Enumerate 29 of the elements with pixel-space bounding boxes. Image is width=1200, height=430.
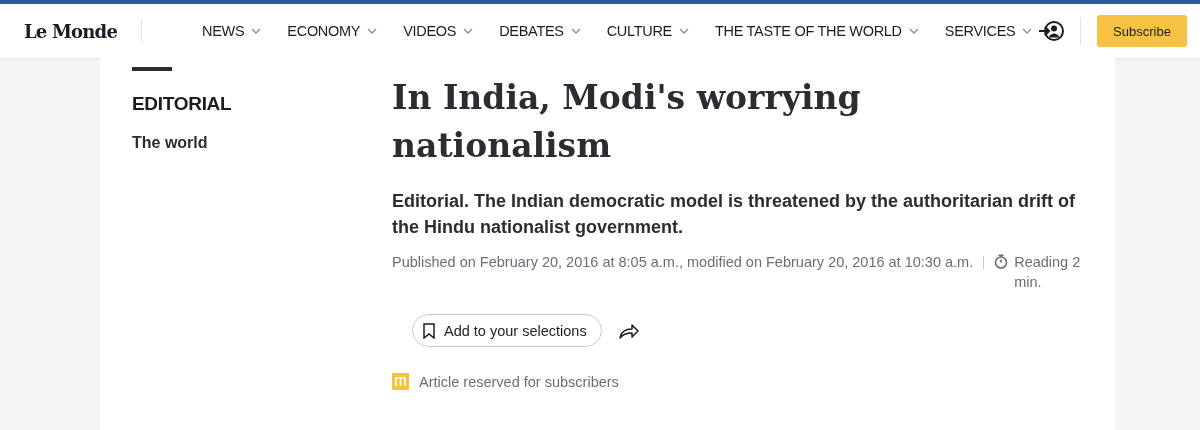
article-title: In India, Modi's worrying nationalism <box>392 77 862 167</box>
nav-link[interactable]: DEBATES <box>499 23 581 39</box>
subscriber-badge-icon <box>392 373 409 390</box>
nav-link[interactable]: VIDEOS <box>403 23 474 39</box>
nav-link[interactable]: CULTURE <box>606 23 689 39</box>
chevron-icon <box>679 28 689 34</box>
section-rubric: EDITORIAL <box>132 93 233 115</box>
chevron-icon <box>908 28 919 34</box>
bookmark-icon <box>423 322 435 339</box>
section-link[interactable]: The world <box>132 134 208 152</box>
nav-link[interactable]: THE TASTE OF THE WORLD <box>715 23 919 39</box>
chevron-icon <box>1022 28 1033 34</box>
timer-icon <box>994 254 1009 269</box>
article-subtitle: Editorial. The Indian democratic model is threatened by the authoritarian drift of the Hindu nationalist government. <box>392 190 1077 239</box>
chevron-icon <box>367 28 378 34</box>
site-logo[interactable]: Le Monde <box>24 20 118 42</box>
chevron-icon <box>463 28 474 34</box>
nav-link[interactable]: ECONOMY <box>287 23 378 39</box>
nav-link[interactable]: SERVICES <box>944 23 1033 39</box>
publication-date: Published on February 20, 2016 at 8:05 a.m., modified on February 20, 2016 at 10:30 a.m. <box>392 253 974 272</box>
share-icon[interactable] <box>617 321 640 340</box>
chevron-icon <box>251 28 262 34</box>
save-button[interactable]: Add to your selections <box>412 314 602 347</box>
login-icon[interactable] <box>1038 20 1064 42</box>
subscriber-note: Article reserved for subscribers <box>419 373 619 390</box>
chevron-icon <box>570 28 581 34</box>
reading-time: Reading 2 min. <box>1014 253 1082 292</box>
subscribe-button[interactable]: Subscribe <box>1097 15 1187 47</box>
nav-link[interactable]: NEWS <box>202 23 262 39</box>
